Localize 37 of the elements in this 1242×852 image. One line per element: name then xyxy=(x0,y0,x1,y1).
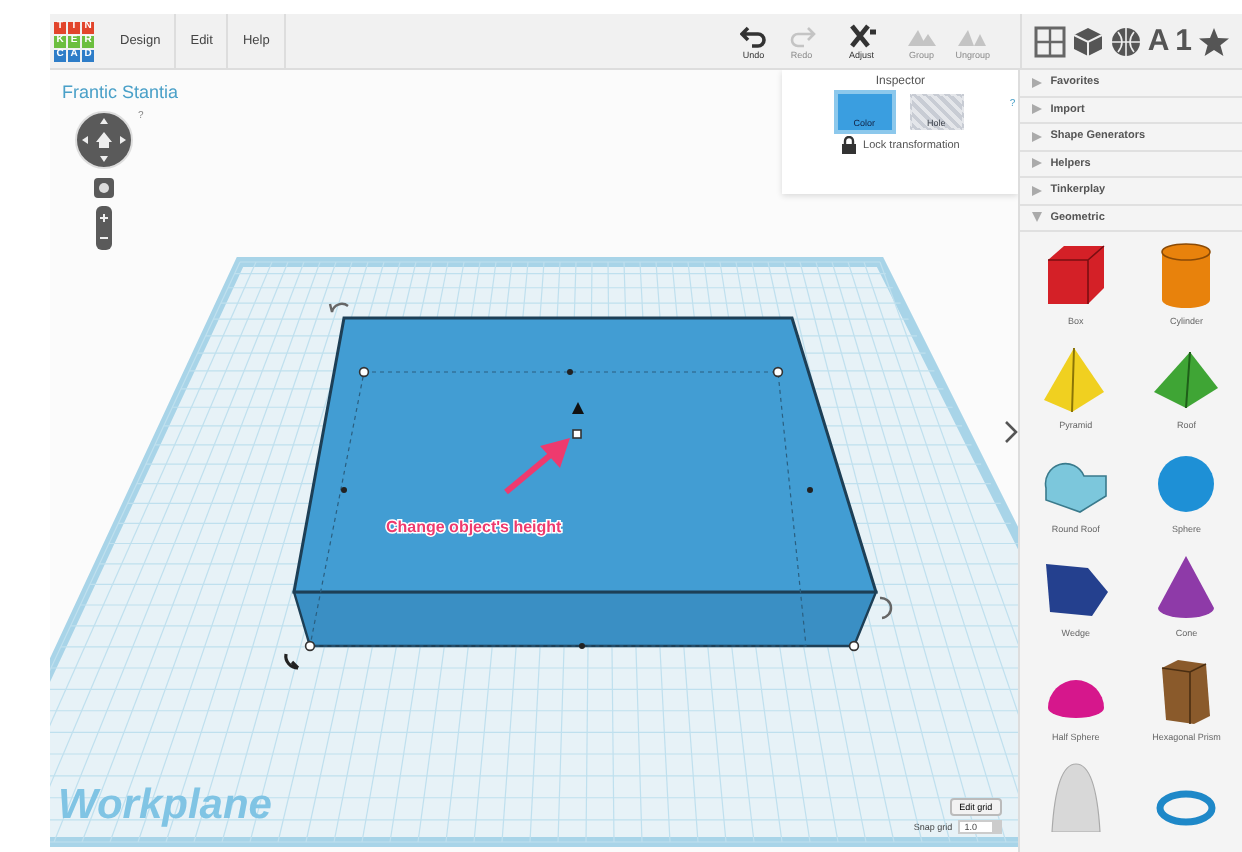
corner-handle[interactable] xyxy=(304,640,316,652)
disclosure-triangle-icon xyxy=(1032,104,1043,115)
grid-icon[interactable] xyxy=(1034,25,1066,57)
edge-handle[interactable] xyxy=(567,369,573,375)
undo-icon xyxy=(739,23,768,47)
collapse-panel-icon[interactable] xyxy=(1004,420,1019,444)
zoom-control[interactable] xyxy=(96,206,112,250)
star-icon[interactable] xyxy=(1197,25,1230,57)
disclosure-triangle-icon xyxy=(1032,158,1043,169)
height-handle[interactable] xyxy=(572,429,582,439)
edge-handle[interactable] xyxy=(341,487,347,493)
corner-handle[interactable] xyxy=(358,366,370,378)
globe-icon[interactable] xyxy=(1109,25,1142,57)
edge-handle[interactable] xyxy=(807,487,813,493)
lift-arrow-icon[interactable] xyxy=(572,402,584,414)
corner-handle[interactable] xyxy=(772,366,784,378)
adjust-icon xyxy=(847,23,876,47)
workplane-label: Workplane xyxy=(58,782,272,830)
disclosure-triangle-icon xyxy=(1032,212,1043,223)
rotate-handle-icon[interactable] xyxy=(328,302,350,314)
library-tab[interactable]: A xyxy=(1147,24,1170,58)
disclosure-triangle-icon xyxy=(1032,77,1043,88)
disclosure-triangle-icon xyxy=(1032,185,1043,196)
rotate-handle-icon[interactable] xyxy=(879,596,893,620)
edge-handle[interactable] xyxy=(579,643,585,649)
cube-icon[interactable] xyxy=(1071,25,1104,57)
lock-icon[interactable] xyxy=(841,136,856,154)
library-tab[interactable]: 1 xyxy=(1175,24,1192,58)
fit-view-icon[interactable] xyxy=(94,178,114,198)
box-object[interactable] xyxy=(292,316,879,648)
rotate-handle-icon[interactable] xyxy=(284,652,300,670)
annotation-text: Change object's height xyxy=(386,518,562,536)
corner-handle[interactable] xyxy=(848,640,860,652)
redo-icon xyxy=(787,23,816,47)
view-navigation-control[interactable] xyxy=(74,110,134,170)
disclosure-triangle-icon xyxy=(1032,131,1043,142)
pointer-arrow xyxy=(504,438,570,495)
